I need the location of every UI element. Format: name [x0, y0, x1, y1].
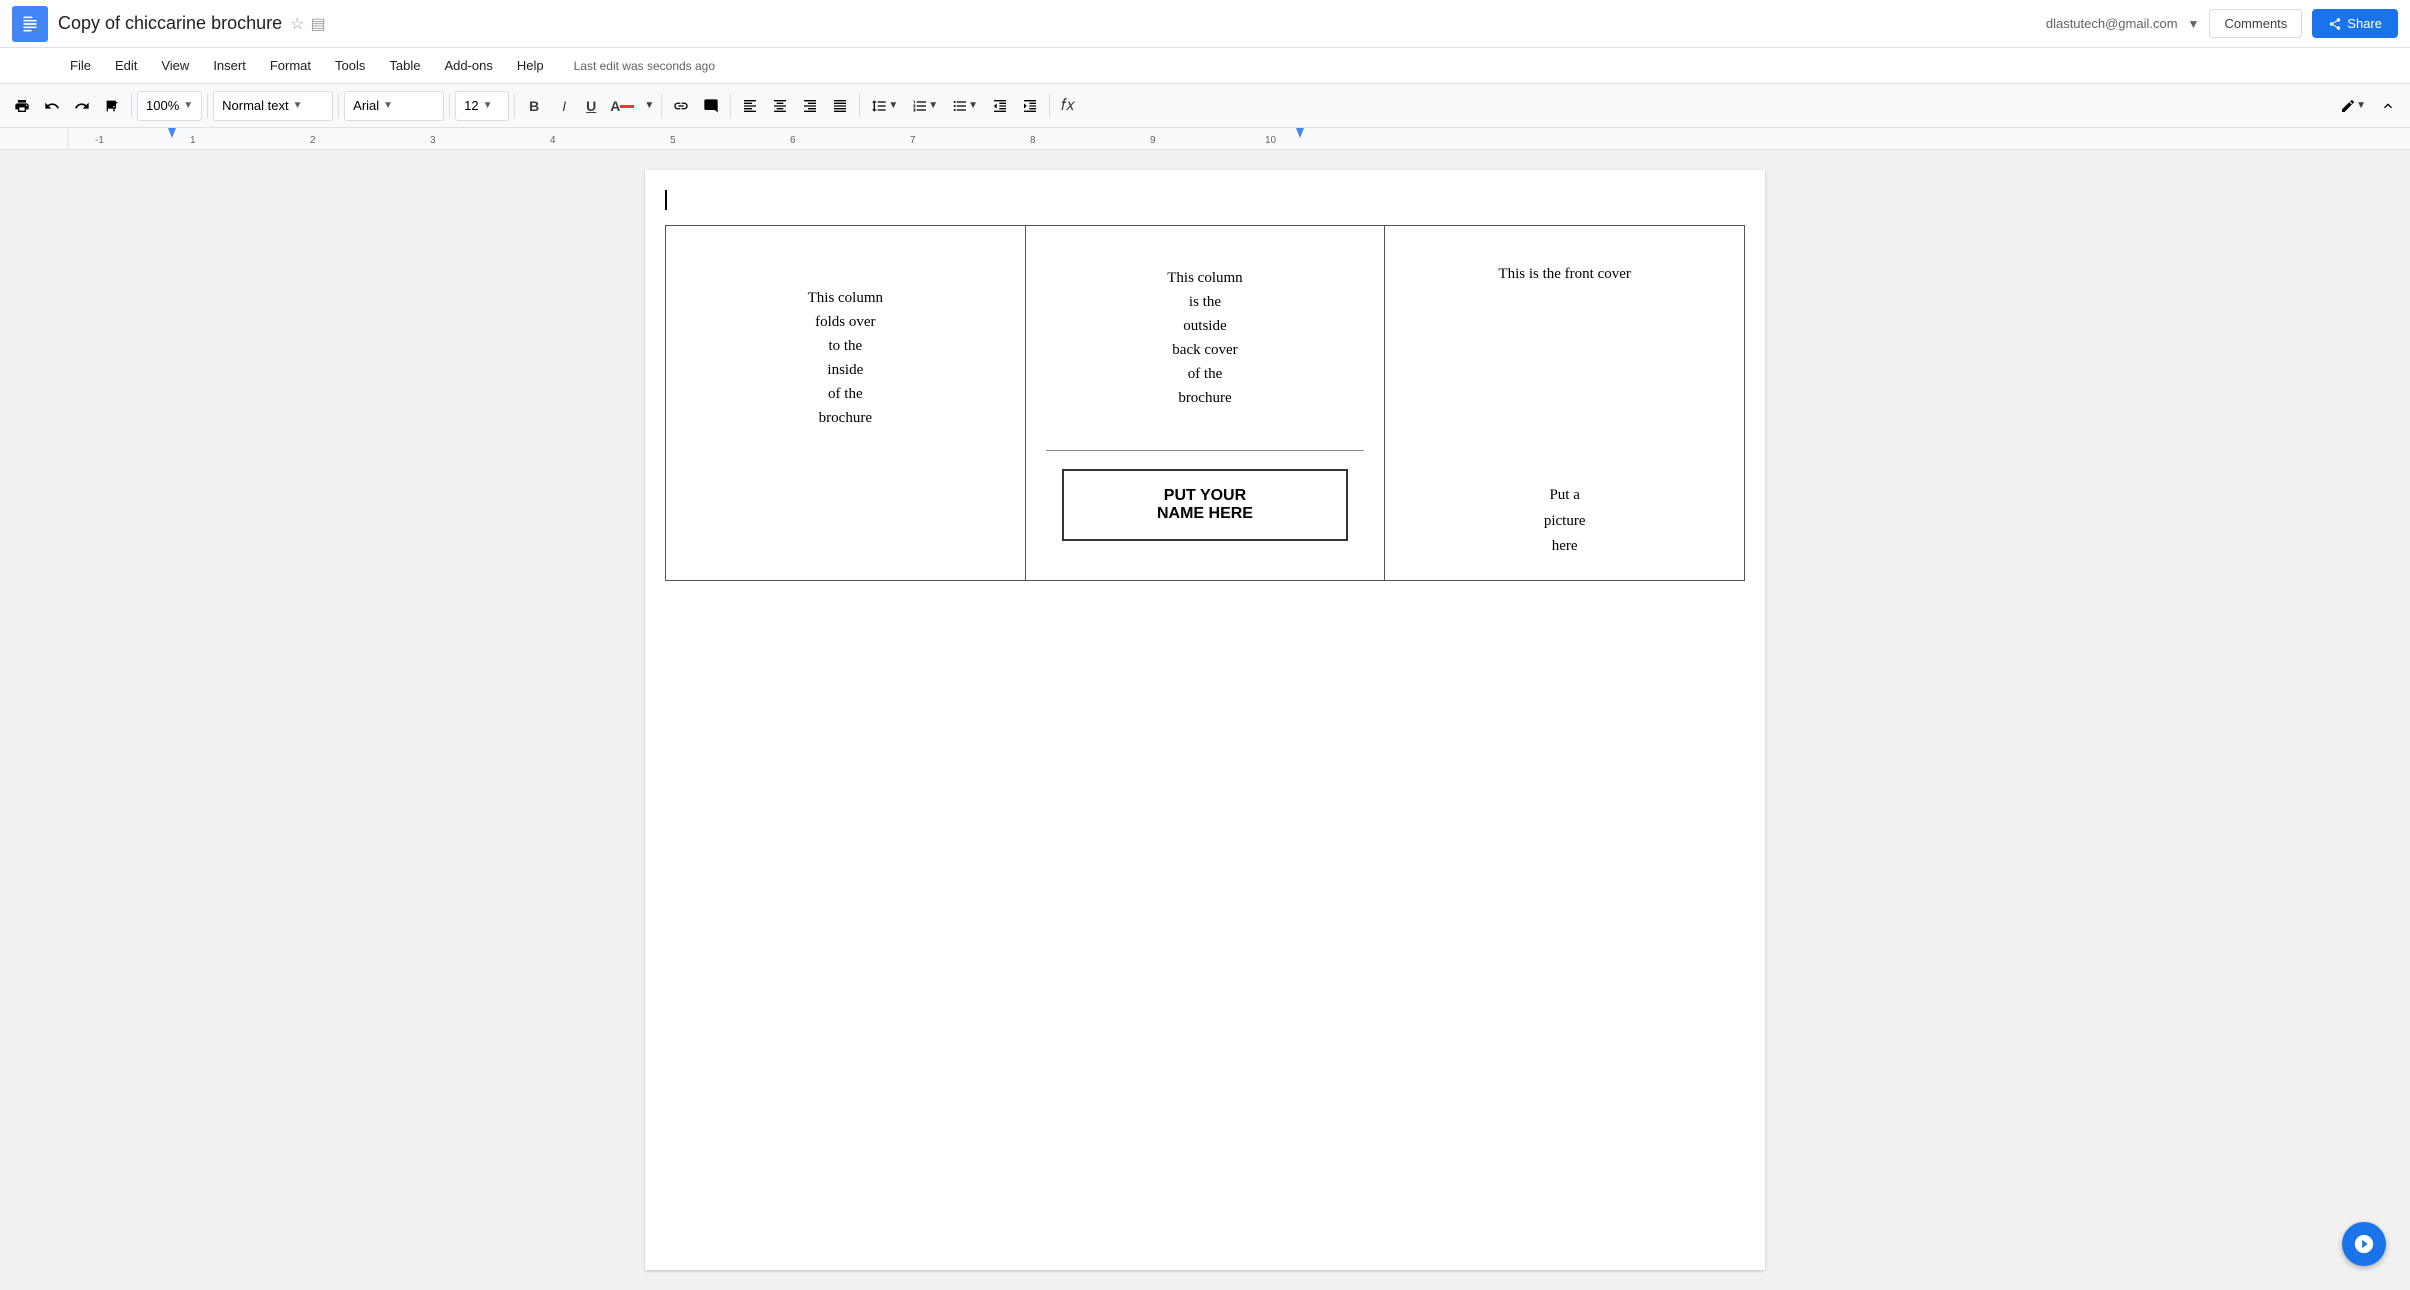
- separator-8: [859, 94, 860, 118]
- decrease-indent-button[interactable]: [986, 90, 1014, 122]
- align-left-button[interactable]: [736, 90, 764, 122]
- column-3-cell[interactable]: This is the front cover Put apicturehere: [1385, 226, 1745, 581]
- link-button[interactable]: [667, 90, 695, 122]
- menu-view[interactable]: View: [151, 54, 199, 77]
- zoom-value: 100%: [146, 98, 179, 113]
- collapse-toolbar-button[interactable]: [2374, 90, 2402, 122]
- column-2-top-text: This columnis theoutsideback coverof the…: [1167, 246, 1242, 410]
- svg-text:2: 2: [310, 135, 316, 146]
- svg-text:-1: -1: [95, 135, 104, 146]
- menu-file[interactable]: File: [60, 54, 101, 77]
- align-right-button[interactable]: [796, 90, 824, 122]
- name-box[interactable]: PUT YOUR NAME HERE: [1062, 469, 1349, 541]
- separator-2: [207, 94, 208, 118]
- svg-text:3: 3: [430, 135, 436, 146]
- folder-icon[interactable]: ▤: [310, 14, 325, 34]
- name-box-line2: NAME HERE: [1157, 505, 1253, 522]
- svg-text:10: 10: [1265, 135, 1277, 146]
- zoom-select[interactable]: 100% ▼: [137, 91, 202, 121]
- name-box-line1: PUT YOUR: [1164, 487, 1246, 504]
- ai-assistant-button[interactable]: [2342, 1222, 2386, 1266]
- style-value: Normal text: [222, 98, 288, 113]
- star-icon[interactable]: ☆: [290, 14, 304, 34]
- menu-edit[interactable]: Edit: [105, 54, 147, 77]
- column-1-cell[interactable]: This columnfolds overto theinsideof theb…: [666, 226, 1026, 581]
- app-icon: [12, 6, 48, 42]
- top-bar: Copy of chiccarine brochure ☆ ▤ dlastute…: [0, 0, 2410, 48]
- bold-button[interactable]: B: [520, 90, 548, 122]
- menu-format[interactable]: Format: [260, 54, 321, 77]
- comment-button[interactable]: [697, 90, 725, 122]
- menu-table[interactable]: Table: [379, 54, 430, 77]
- svg-text:9: 9: [1150, 135, 1156, 146]
- paint-format-button[interactable]: [98, 90, 126, 122]
- font-arrow: ▼: [383, 100, 393, 111]
- document-area: This columnfolds overto theinsideof theb…: [0, 150, 2410, 1290]
- column-3-top-text: This is the front cover: [1405, 246, 1724, 283]
- dropdown-arrow[interactable]: ▼: [2188, 17, 2200, 31]
- separator-7: [730, 94, 731, 118]
- separator-3: [338, 94, 339, 118]
- separator-4: [449, 94, 450, 118]
- svg-text:1: 1: [190, 135, 196, 146]
- last-edit: Last edit was seconds ago: [574, 59, 715, 73]
- share-button[interactable]: Share: [2312, 9, 2398, 38]
- justify-button[interactable]: [826, 90, 854, 122]
- comments-button[interactable]: Comments: [2209, 9, 2302, 38]
- separator-1: [131, 94, 132, 118]
- svg-text:8: 8: [1030, 135, 1036, 146]
- unordered-list-button[interactable]: ▼: [946, 90, 984, 122]
- menu-bar: File Edit View Insert Format Tools Table…: [0, 48, 2410, 84]
- column-1-text: This columnfolds overto theinsideof theb…: [686, 246, 1005, 430]
- separator-6: [661, 94, 662, 118]
- style-select[interactable]: Normal text ▼: [213, 91, 333, 121]
- text-cursor: [665, 190, 667, 210]
- column-3-bottom-text: Put apicturehere: [1405, 483, 1724, 560]
- toolbar: 100% ▼ Normal text ▼ Arial ▼ 12 ▼ B I U …: [0, 84, 2410, 128]
- column-2-cell[interactable]: This columnis theoutsideback coverof the…: [1025, 226, 1385, 581]
- font-size-arrow: ▼: [483, 100, 493, 111]
- brochure-table: This columnfolds overto theinsideof theb…: [665, 225, 1745, 581]
- font-select[interactable]: Arial ▼: [344, 91, 444, 121]
- svg-text:7: 7: [910, 135, 916, 146]
- align-center-button[interactable]: [766, 90, 794, 122]
- brochure-row: This columnfolds overto theinsideof theb…: [666, 226, 1745, 581]
- font-size-value: 12: [464, 98, 478, 113]
- undo-button[interactable]: [38, 90, 66, 122]
- text-color-button[interactable]: A: [604, 90, 640, 122]
- style-arrow: ▼: [293, 100, 303, 111]
- menu-insert[interactable]: Insert: [203, 54, 256, 77]
- top-right: dlastutech@gmail.com ▼ Comments Share: [2046, 9, 2398, 38]
- edit-mode-button[interactable]: ▼: [2334, 90, 2372, 122]
- user-email: dlastutech@gmail.com: [2046, 16, 2178, 31]
- page: This columnfolds overto theinsideof theb…: [645, 170, 1765, 1270]
- redo-button[interactable]: [68, 90, 96, 122]
- text-color-arrow[interactable]: ▼: [642, 90, 656, 122]
- increase-indent-button[interactable]: [1016, 90, 1044, 122]
- svg-text:5: 5: [670, 135, 676, 146]
- line-spacing-button[interactable]: ▼: [865, 90, 904, 122]
- formula-button[interactable]: 𝑓𝑥: [1055, 90, 1081, 122]
- separator-5: [514, 94, 515, 118]
- svg-text:4: 4: [550, 135, 556, 146]
- share-label: Share: [2347, 16, 2382, 31]
- ruler: -1 1 2 3 4 5 6 7 8 9 10: [0, 128, 2410, 150]
- ordered-list-button[interactable]: ▼: [906, 90, 944, 122]
- font-value: Arial: [353, 98, 379, 113]
- column-2-content: This columnis theoutsideback coverof the…: [1046, 246, 1365, 549]
- menu-tools[interactable]: Tools: [325, 54, 375, 77]
- menu-help[interactable]: Help: [507, 54, 554, 77]
- separator-9: [1049, 94, 1050, 118]
- font-size-select[interactable]: 12 ▼: [455, 91, 509, 121]
- print-button[interactable]: [8, 90, 36, 122]
- column-2-divider: [1046, 450, 1365, 451]
- doc-title-area: Copy of chiccarine brochure ☆ ▤: [58, 13, 2046, 34]
- zoom-arrow: ▼: [183, 100, 193, 111]
- underline-button[interactable]: U: [580, 90, 602, 122]
- italic-button[interactable]: I: [550, 90, 578, 122]
- menu-addons[interactable]: Add-ons: [434, 54, 502, 77]
- svg-text:6: 6: [790, 135, 796, 146]
- doc-title[interactable]: Copy of chiccarine brochure: [58, 13, 282, 34]
